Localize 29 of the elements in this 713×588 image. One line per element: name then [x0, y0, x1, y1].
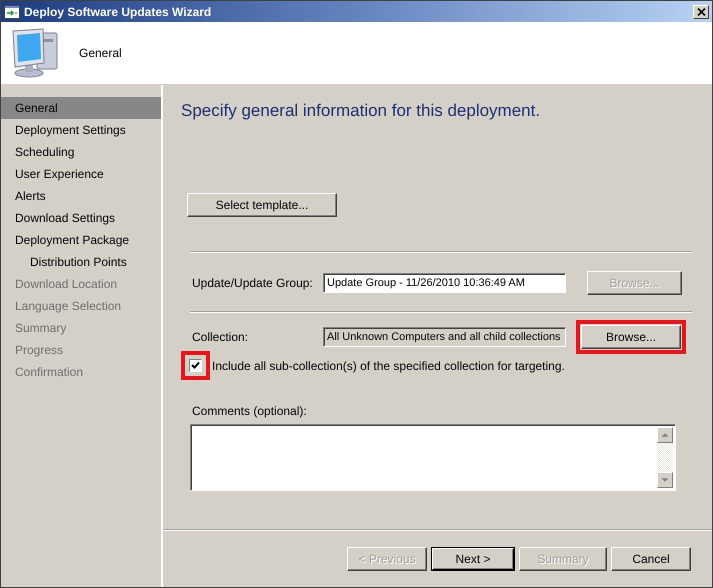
sidebar-item[interactable]: User Experience: [1, 163, 161, 185]
field-label: Comments (optional):: [192, 404, 308, 418]
sidebar-item[interactable]: Deployment Settings: [1, 119, 161, 141]
update-group-field[interactable]: Update Group - 11/26/2010 10:36:49 AM: [323, 273, 566, 293]
window-icon: [4, 4, 20, 18]
checkbox-label: Include all sub-collection(s) of the specified collection for targeting.: [212, 358, 565, 372]
field-label: Collection:: [192, 330, 250, 344]
select-template-button[interactable]: Select template...: [187, 193, 337, 217]
sidebar-item[interactable]: Deployment Package: [1, 229, 161, 251]
sidebar-item[interactable]: General: [1, 97, 161, 119]
comments-field[interactable]: [190, 424, 676, 491]
page-title: General: [79, 46, 122, 60]
browse-button[interactable]: Browse...: [581, 325, 681, 349]
checkbox[interactable]: [189, 359, 202, 372]
field-label: Update/Update Group:: [192, 276, 314, 290]
page-heading: Specify general information for this deployment.: [181, 101, 542, 121]
collection-field[interactable]: All Unknown Computers and all child collections: [323, 327, 566, 347]
scroll-down-icon[interactable]: [657, 472, 673, 488]
sidebar-item[interactable]: Distribution Points: [1, 251, 161, 273]
close-icon: [696, 8, 706, 16]
scrollbar[interactable]: [657, 427, 673, 488]
window-title: Deploy Software Updates Wizard: [24, 4, 212, 18]
sidebar-item[interactable]: Download Settings: [1, 207, 161, 229]
sidebar-item[interactable]: Alerts: [1, 185, 161, 207]
wizard-button[interactable]: Next >: [431, 547, 515, 571]
wizard-button[interactable]: Cancel: [611, 547, 691, 571]
scroll-up-icon[interactable]: [657, 427, 673, 443]
sidebar-item[interactable]: Scheduling: [1, 141, 161, 163]
close-button[interactable]: [693, 4, 709, 18]
